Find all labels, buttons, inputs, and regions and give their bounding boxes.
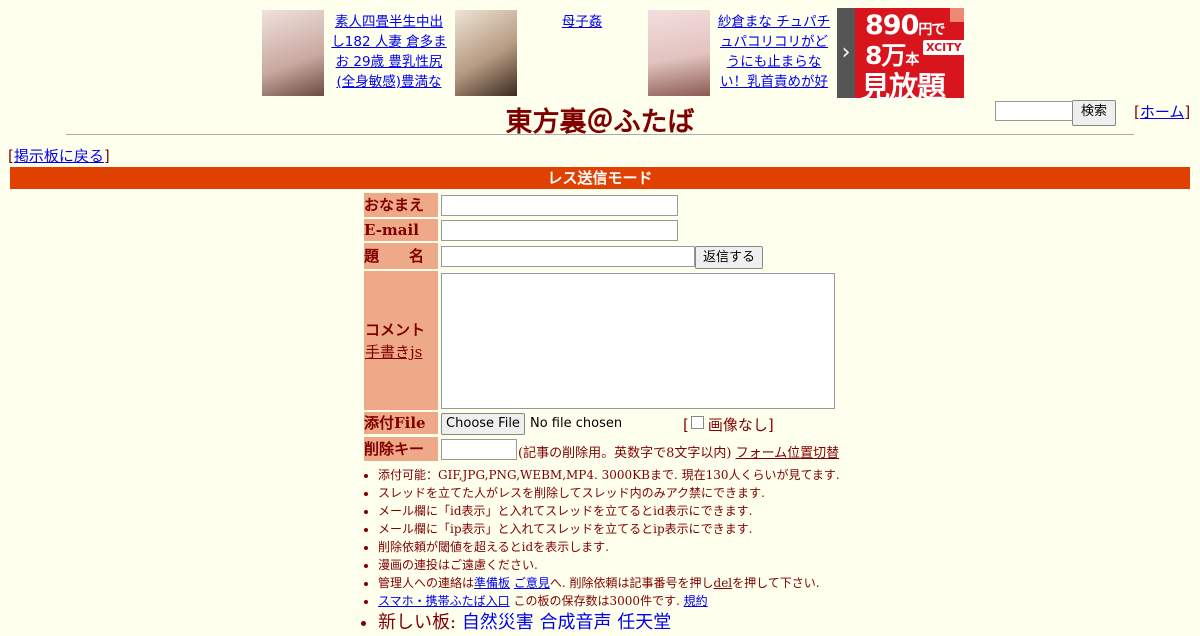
file-status: No file chosen bbox=[530, 416, 623, 431]
comment-textarea[interactable] bbox=[441, 273, 835, 409]
divider bbox=[66, 134, 1134, 135]
no-image-label: 画像なし bbox=[707, 416, 768, 434]
file-label: 添付File bbox=[364, 412, 438, 434]
handwrite-link[interactable]: 手書きjs bbox=[365, 341, 422, 362]
mobile-entrance-link[interactable]: スマホ・携帯ふたば入口 bbox=[378, 594, 510, 608]
back-to-board-link[interactable]: 掲示板に戻る bbox=[14, 147, 104, 165]
ad-thumbnail-1[interactable] bbox=[262, 10, 324, 96]
subject-field[interactable] bbox=[441, 246, 695, 267]
list-item: 新しい板: 自然災害 合成音声 任天堂 bbox=[378, 610, 840, 636]
back-to-board: [掲示板に戻る] bbox=[8, 147, 110, 165]
xcity-banner[interactable]: › 890円で 8万本 XCITY 見放題 bbox=[837, 8, 965, 104]
list-item: スマホ・携帯ふたば入口 この板の保存数は3000件です. 規約 bbox=[378, 592, 840, 610]
form-position-toggle[interactable]: フォーム位置切替 bbox=[736, 446, 840, 461]
no-image-option: [画像なし] bbox=[683, 416, 774, 434]
email-label: E-mail bbox=[364, 219, 438, 241]
delete-key-label: 削除キー bbox=[364, 437, 438, 461]
reply-mode-bar: レス送信モード bbox=[10, 167, 1190, 189]
list-item: スレッドを立てた人がレスを削除してスレッド内のみアク禁にできます. bbox=[378, 484, 840, 502]
list-item: 管理人への連絡は準備板 ご意見へ. 削除依頼は記事番号を押しdelを押して下さい… bbox=[378, 574, 840, 592]
delete-key-note: (記事の削除用。英数字で8文字以内) フォーム位置切替 bbox=[518, 446, 840, 461]
ad-thumbnail-2[interactable] bbox=[455, 10, 517, 96]
board-notes: 添付可能：GIF,JPG,PNG,WEBM,MP4. 3000KBまで. 現在1… bbox=[364, 466, 840, 636]
prep-board-link[interactable]: 準備板 bbox=[474, 576, 510, 590]
name-label: おなまえ bbox=[364, 193, 438, 217]
subject-label: 題 名 bbox=[364, 243, 438, 269]
ad-thumbnail-3[interactable] bbox=[648, 10, 710, 96]
ad-link-3[interactable]: 紗倉まな チュパチュパコリコリがどうにも止まらない！乳首責めが好 bbox=[715, 12, 833, 94]
email-field[interactable] bbox=[441, 220, 678, 241]
ad-choices-icon[interactable] bbox=[950, 8, 964, 22]
delete-key-field[interactable] bbox=[441, 439, 517, 460]
list-item: メール欄に「ip表示」と入れてスレッドを立てるとip表示にできます. bbox=[378, 520, 840, 538]
opinion-link[interactable]: ご意見 bbox=[514, 576, 550, 590]
search-button[interactable]: 検索 bbox=[1072, 100, 1116, 126]
list-item: 添付可能：GIF,JPG,PNG,WEBM,MP4. 3000KBまで. 現在1… bbox=[378, 466, 840, 484]
ad-link-2[interactable]: 母子姦 bbox=[524, 12, 640, 94]
choose-file-button[interactable]: Choose File bbox=[441, 413, 525, 435]
home-link: [ホーム] bbox=[1134, 103, 1191, 121]
chevron-right-icon[interactable]: › bbox=[837, 8, 855, 98]
xcity-logo: XCITY bbox=[923, 40, 965, 55]
reply-submit-button[interactable]: 返信する bbox=[695, 246, 763, 269]
search-input[interactable] bbox=[995, 101, 1073, 121]
comment-label-cell: コメント 手書きjs bbox=[364, 271, 438, 410]
ad-strip: 素人四畳半生中出し182 人妻 倉多まお 29歳 豊乳性尻(全身敏感)豊満な 母… bbox=[262, 8, 965, 104]
list-item: 削除依頼が閾値を超えるとidを表示します. bbox=[378, 538, 840, 556]
comment-label: コメント bbox=[365, 321, 426, 339]
rules-link[interactable]: 規約 bbox=[684, 594, 708, 608]
del-link[interactable]: del bbox=[714, 576, 733, 590]
list-item: 漫画の連投はご遠慮ください. bbox=[378, 556, 840, 574]
ad-link-1[interactable]: 素人四畳半生中出し182 人妻 倉多まお 29歳 豊乳性尻(全身敏感)豊満な bbox=[330, 12, 448, 94]
list-item: メール欄に「id表示」と入れてスレッドを立てるとid表示にできます. bbox=[378, 502, 840, 520]
name-field[interactable] bbox=[441, 195, 678, 216]
no-image-checkbox[interactable] bbox=[690, 416, 704, 429]
home-link-text[interactable]: ホーム bbox=[1140, 103, 1185, 121]
